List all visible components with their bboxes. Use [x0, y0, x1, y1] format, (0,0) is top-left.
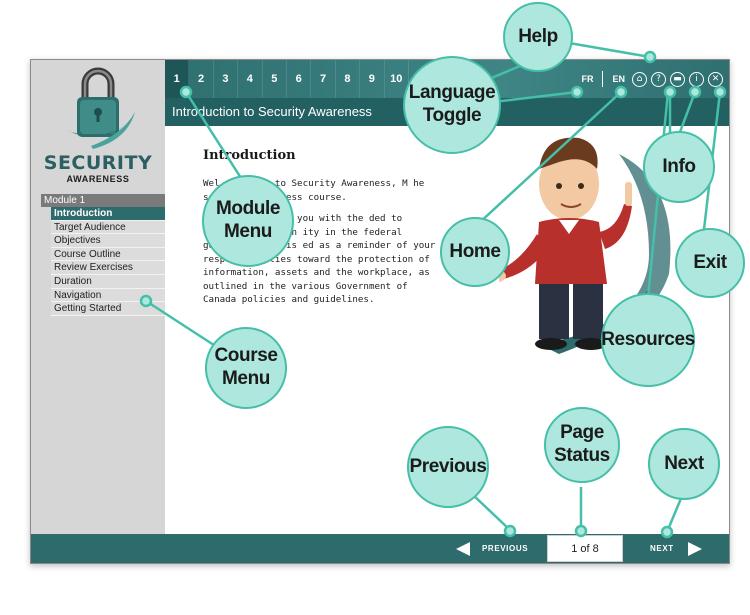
page-number-3[interactable]: 3 — [214, 60, 239, 98]
logo-title: SECURITY — [43, 152, 153, 174]
callout-course-menu: Course Menu — [205, 327, 287, 409]
module-menu: 1 2 3 4 5 6 7 8 9 10 1 — [165, 60, 434, 98]
menu-item-getting-started[interactable]: Getting Started — [51, 302, 165, 316]
menu-item-navigation[interactable]: Navigation — [51, 288, 165, 303]
content-heading: Introduction — [203, 148, 296, 163]
bottom-bar: PREVIOUS 1 of 8 NEXT — [31, 534, 729, 563]
menu-item-review-exercises[interactable]: Review Exercises — [51, 261, 165, 275]
logo: SECURITY AWARENESS — [31, 60, 165, 190]
callout-language-toggle: Language Toggle — [403, 56, 501, 154]
resources-icon[interactable]: ▬ — [670, 71, 685, 87]
module-label[interactable]: Module 1 — [41, 194, 165, 207]
page-number-9[interactable]: 9 — [360, 60, 385, 98]
previous-button[interactable]: PREVIOUS — [456, 534, 528, 563]
toolbar: FR EN ⌂ ? ▬ i ✕ — [578, 70, 723, 88]
home-icon[interactable]: ⌂ — [632, 71, 647, 87]
page-number-2[interactable]: 2 — [189, 60, 214, 98]
sidebar: SECURITY AWARENESS Module 1 Introduction… — [31, 60, 165, 534]
info-icon[interactable]: i — [689, 71, 704, 87]
page-number-7[interactable]: 7 — [311, 60, 336, 98]
page-number-4[interactable]: 4 — [238, 60, 263, 98]
callout-previous: Previous — [407, 426, 489, 508]
page-title: Introduction to Security Awareness — [172, 104, 372, 119]
callout-info: Info — [643, 131, 715, 203]
callout-page-status: Page Status — [544, 407, 620, 483]
page-status: 1 of 8 — [547, 535, 623, 562]
language-divider — [602, 71, 604, 87]
language-fr-button[interactable]: FR — [578, 74, 596, 84]
page-number-5[interactable]: 5 — [263, 60, 287, 98]
callout-module-menu: Module Menu — [202, 175, 294, 267]
callout-help: Help — [503, 2, 573, 72]
page-number-6[interactable]: 6 — [287, 60, 312, 98]
help-icon[interactable]: ? — [651, 71, 666, 87]
menu-item-target-audience[interactable]: Target Audience — [51, 220, 165, 235]
callout-resources: Resources — [601, 293, 695, 387]
next-label: NEXT — [650, 544, 674, 553]
menu-item-objectives[interactable]: Objectives — [51, 234, 165, 248]
menu-item-course-outline[interactable]: Course Outline — [51, 247, 165, 262]
page-number-8[interactable]: 8 — [336, 60, 361, 98]
language-en-button[interactable]: EN — [609, 74, 628, 84]
padlock-icon — [67, 67, 135, 149]
arrow-right-icon — [687, 541, 702, 556]
callout-home: Home — [440, 217, 510, 287]
menu-item-duration[interactable]: Duration — [51, 274, 165, 289]
callout-next: Next — [648, 428, 720, 500]
arrow-left-icon — [456, 541, 470, 556]
course-menu: Introduction Target Audience Objectives … — [51, 207, 165, 316]
exit-icon[interactable]: ✕ — [708, 71, 723, 87]
callout-exit: Exit — [675, 228, 745, 298]
page-number-1[interactable]: 1 — [165, 60, 190, 98]
previous-label: PREVIOUS — [482, 544, 529, 553]
next-button[interactable]: NEXT — [650, 534, 702, 563]
menu-item-introduction[interactable]: Introduction — [51, 207, 165, 221]
logo-subtitle: AWARENESS — [66, 174, 130, 184]
